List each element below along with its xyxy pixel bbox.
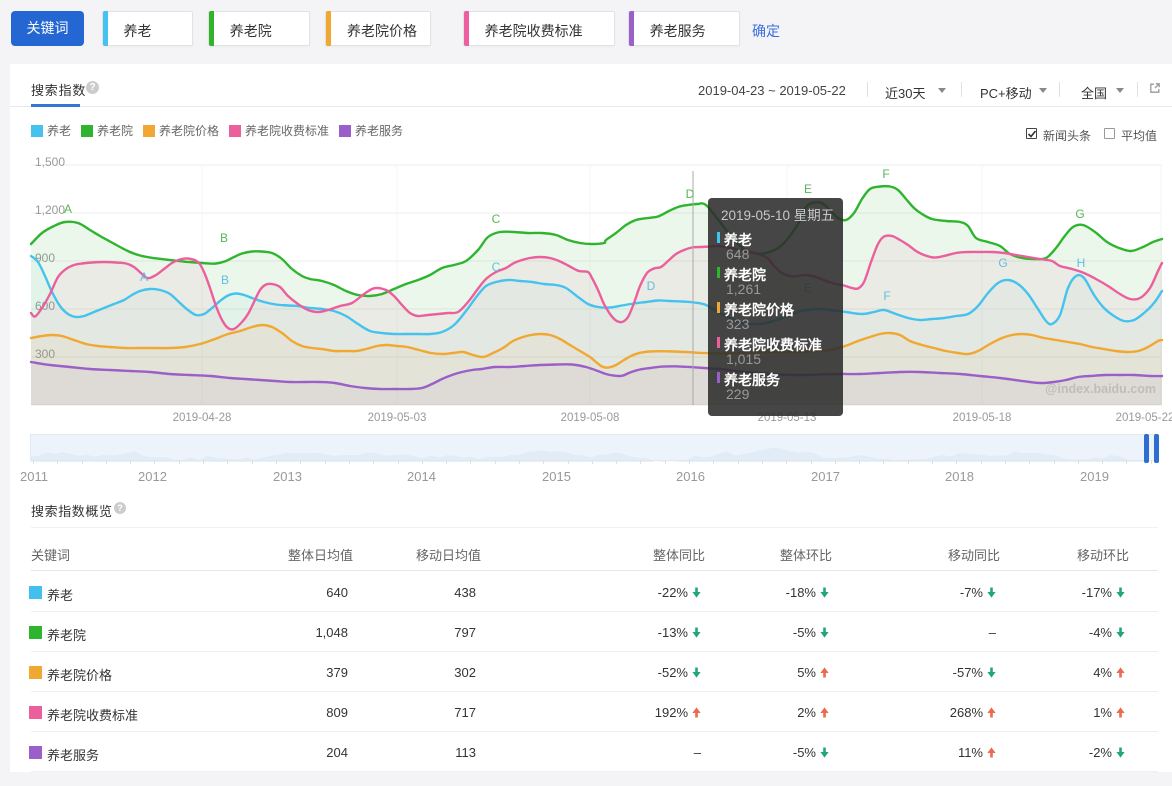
svg-text:@index.baidu.com: @index.baidu.com [1045, 382, 1156, 396]
svg-text:2019-05-22: 2019-05-22 [1116, 412, 1172, 424]
svg-text:D: D [647, 279, 656, 293]
svg-text:D: D [686, 187, 695, 201]
svg-text:1,200: 1,200 [35, 203, 65, 217]
svg-text:2019-05-08: 2019-05-08 [561, 412, 620, 424]
svg-text:2019-05-18: 2019-05-18 [953, 412, 1012, 424]
svg-text:G: G [1075, 207, 1084, 221]
svg-text:2019-04-28: 2019-04-28 [173, 412, 232, 424]
svg-text:G: G [998, 256, 1007, 270]
svg-text:B: B [220, 231, 228, 245]
svg-text:F: F [882, 167, 889, 181]
svg-text:F: F [883, 289, 890, 303]
svg-text:C: C [492, 212, 501, 226]
svg-text:E: E [804, 182, 812, 196]
svg-text:A: A [64, 202, 72, 216]
svg-text:C: C [492, 260, 501, 274]
svg-text:1,500: 1,500 [35, 155, 65, 169]
svg-text:H: H [1077, 256, 1086, 270]
svg-text:A: A [140, 270, 148, 284]
svg-text:2019-05-03: 2019-05-03 [368, 412, 427, 424]
svg-text:B: B [221, 273, 229, 287]
